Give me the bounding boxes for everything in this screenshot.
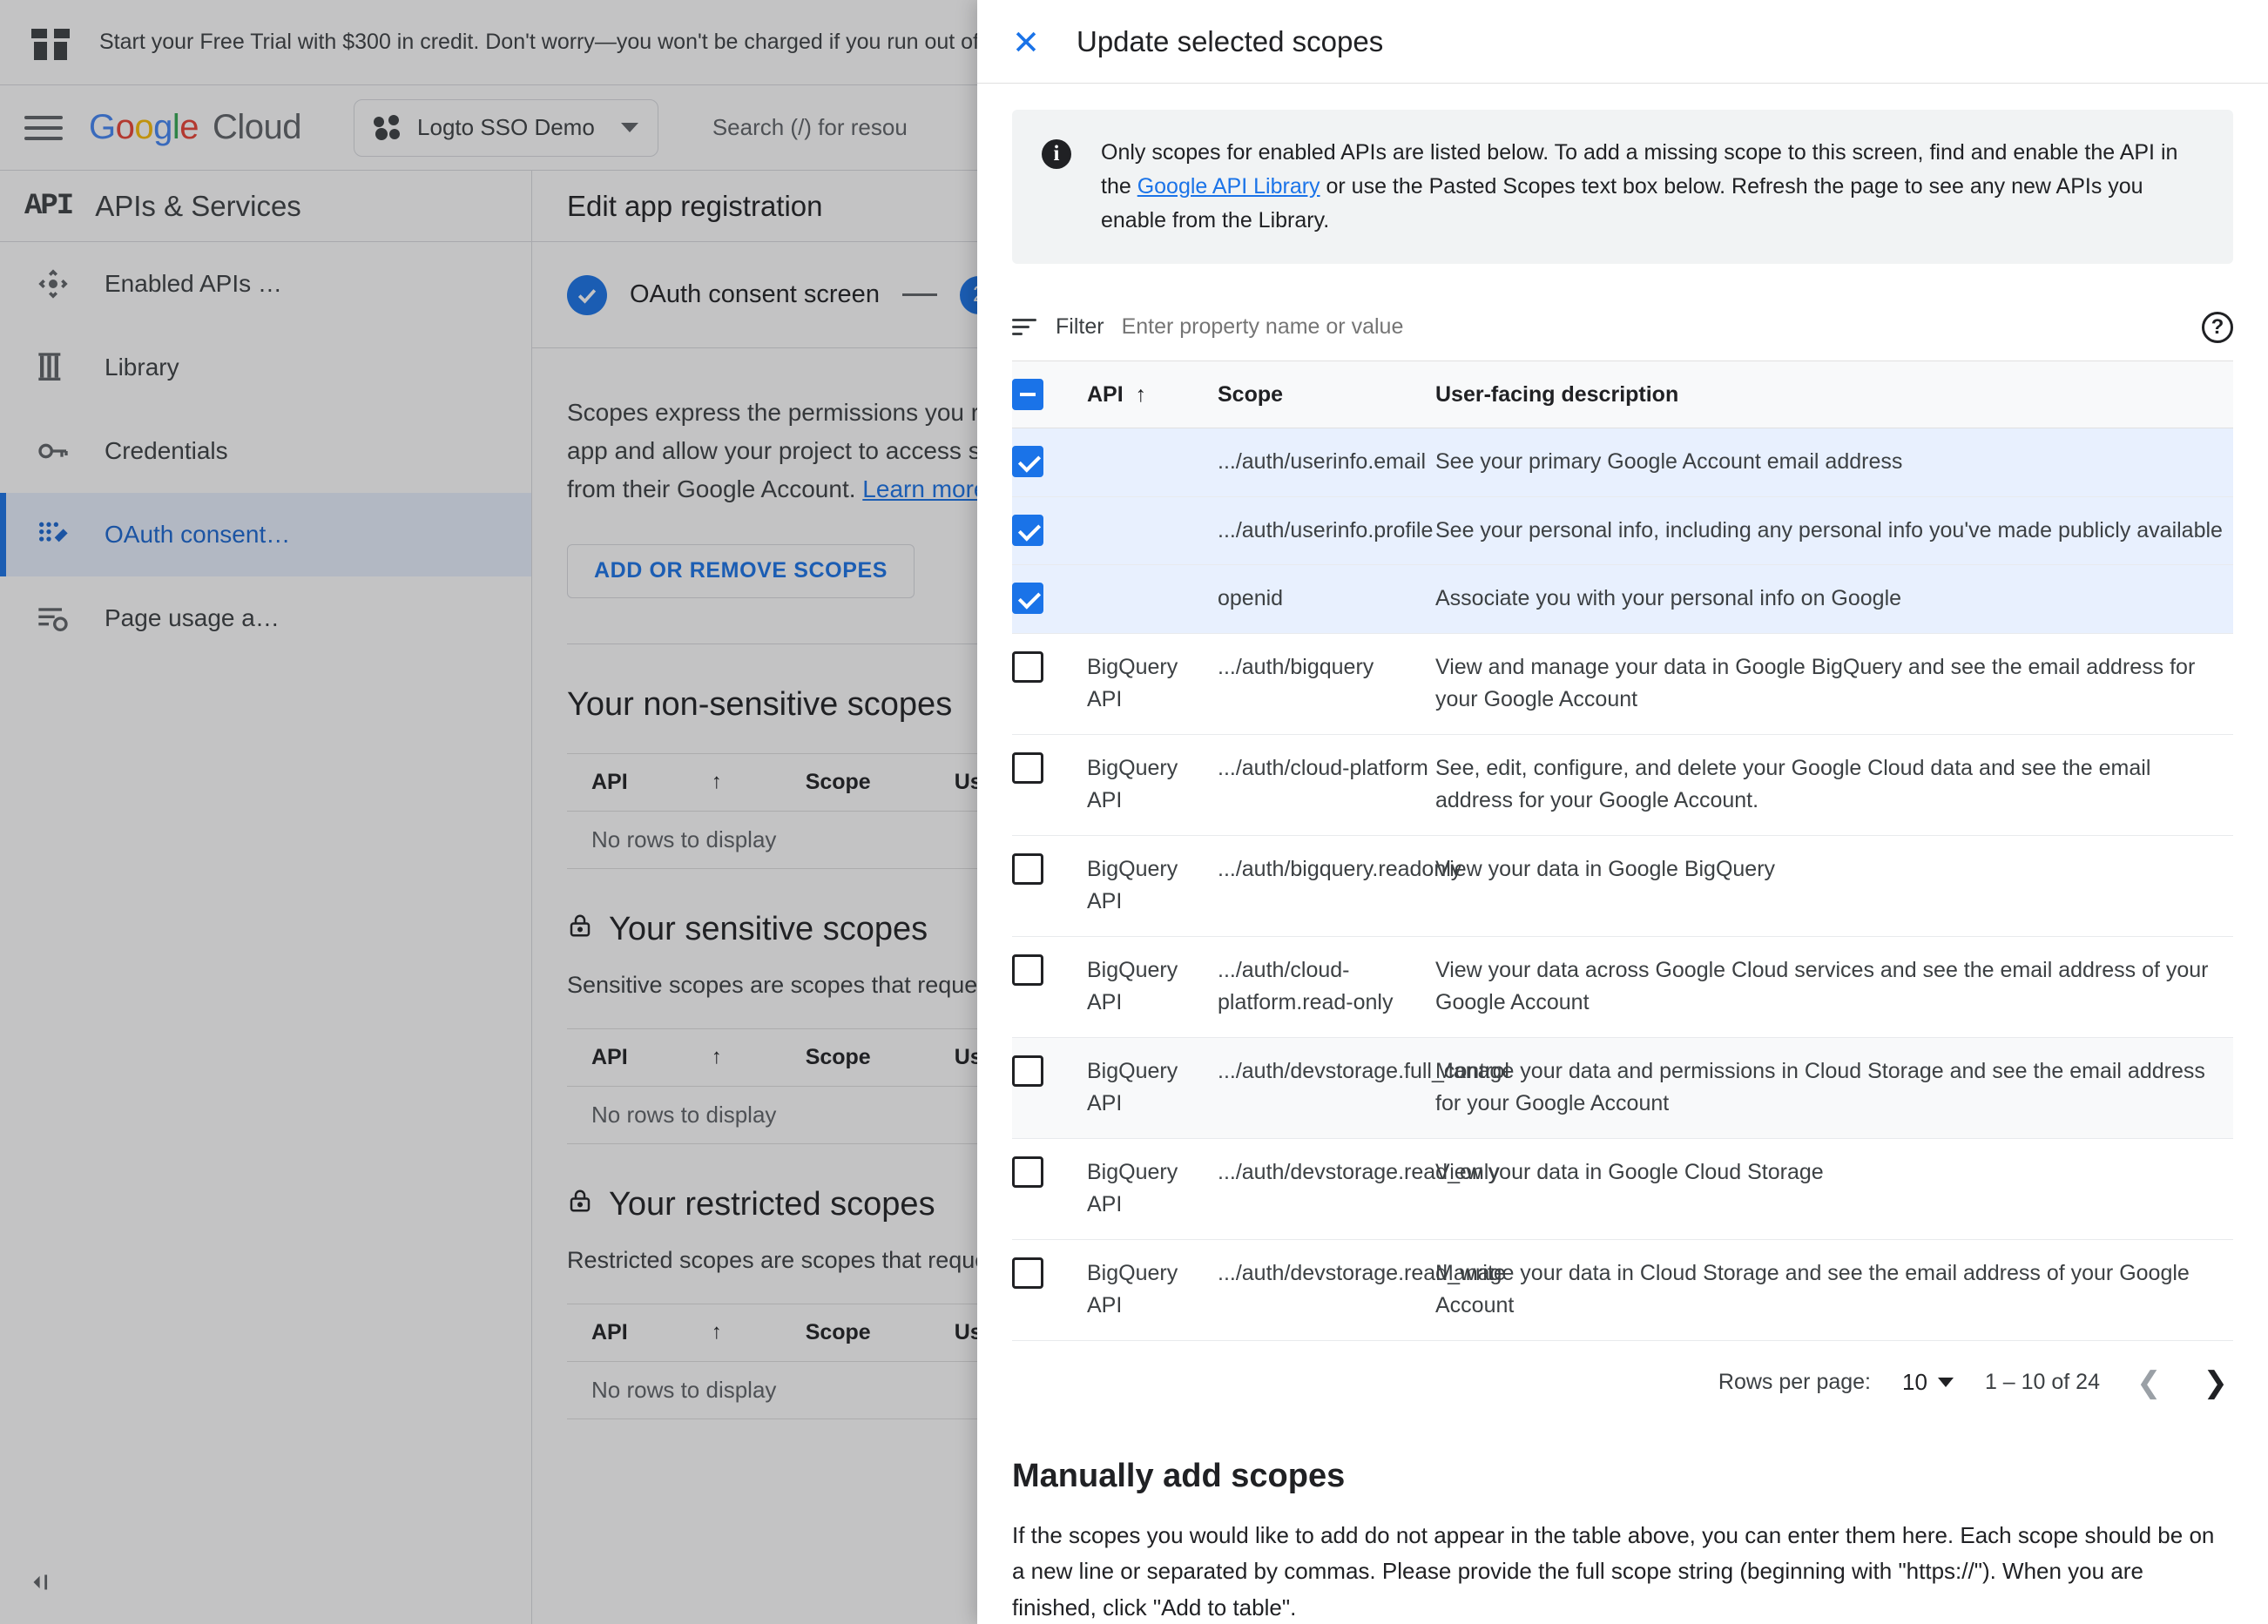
row-checkbox[interactable] [1012,852,1043,885]
screen: Start your Free Trial with $300 in credi… [0,0,2268,1624]
row-description: View and manage your data in Google BigQ… [1435,633,2233,735]
row-description: Manage your data in Cloud Storage and se… [1435,1239,2233,1341]
table-row[interactable]: openid Associate you with your personal … [1012,564,2233,634]
info-icon: i [1042,139,1071,169]
row-api: BigQuery API [1087,1037,1218,1139]
row-scope: openid [1218,564,1435,634]
table-row[interactable]: BigQuery API .../auth/bigquery View and … [1012,633,2233,735]
help-icon[interactable]: ? [2202,311,2233,343]
table-row[interactable]: BigQuery API .../auth/bigquery.readonly … [1012,835,2233,937]
chevron-down-icon [1937,1378,1954,1387]
row-checkbox-cell [1012,936,1087,1038]
row-checkbox-cell [1012,428,1087,497]
row-checkbox[interactable] [1012,514,1043,546]
row-checkbox[interactable] [1012,1055,1043,1087]
row-checkbox-cell [1012,1138,1087,1240]
row-api [1087,428,1218,497]
row-api: BigQuery API [1087,734,1218,836]
row-description: Manage your data and permissions in Clou… [1435,1037,2233,1139]
close-icon[interactable] [1007,23,1045,61]
table-row[interactable]: BigQuery API .../auth/devstorage.read_on… [1012,1138,2233,1240]
row-description: View your data across Google Cloud servi… [1435,936,2233,1038]
row-scope: .../auth/devstorage.full_control [1218,1037,1509,1139]
column-header-description[interactable]: User-facing description [1435,361,2233,428]
row-checkbox[interactable] [1012,954,1043,986]
row-description: See your personal info, including any pe… [1435,496,2233,565]
row-checkbox[interactable] [1012,751,1043,784]
dialog-header: Update selected scopes [977,0,2268,84]
row-description: View your data in Google BigQuery [1435,835,2233,937]
row-scope: .../auth/userinfo.profile [1218,496,1435,565]
row-checkbox-cell [1012,1239,1087,1341]
column-header-api-label: API [1087,381,1124,407]
table-row[interactable]: BigQuery API .../auth/devstorage.read_wr… [1012,1239,2233,1341]
sort-ascending-arrow-icon: ↑ [1129,381,1147,407]
filter-label: Filter [1056,314,1104,339]
row-scope: .../auth/cloud-platform [1218,734,1435,836]
rows-per-page-select[interactable]: 10 [1902,1369,1954,1396]
table-row[interactable]: BigQuery API .../auth/devstorage.full_co… [1012,1037,2233,1139]
manually-add-scopes-description: If the scopes you would like to add do n… [1012,1521,2215,1621]
update-selected-scopes-dialog: Update selected scopes i Only scopes for… [977,0,2268,1624]
row-description: Associate you with your personal info on… [1435,564,2233,634]
column-header-scope[interactable]: Scope [1218,361,1435,428]
select-all-cell [1012,361,1087,428]
row-api [1087,564,1218,634]
row-checkbox-cell [1012,835,1087,937]
dialog-title: Update selected scopes [1077,24,1384,57]
row-description: See, edit, configure, and delete your Go… [1435,734,2233,836]
dialog-body: i Only scopes for enabled APIs are liste… [977,84,2268,1624]
table-row[interactable]: BigQuery API .../auth/cloud-platform.rea… [1012,936,2233,1038]
table-row[interactable]: BigQuery API .../auth/cloud-platform See… [1012,734,2233,836]
filter-icon[interactable] [1012,314,1038,340]
info-banner-text: Only scopes for enabled APIs are listed … [1101,136,2204,238]
row-checkbox-cell [1012,734,1087,836]
row-api: BigQuery API [1087,936,1218,1038]
row-description: View your data in Google Cloud Storage [1435,1138,2233,1240]
pagination-range: 1 – 10 of 24 [1984,1370,2100,1394]
chevron-right-icon[interactable]: ❯ [2198,1365,2234,1400]
row-scope: .../auth/cloud-platform.read-only [1218,936,1435,1038]
row-api: BigQuery API [1087,1239,1218,1341]
scopes-table-body: .../auth/userinfo.email See your primary… [1012,428,2233,1341]
manually-add-scopes-heading: Manually add scopes [1012,1457,1346,1494]
scopes-table: API ↑ Scope User-facing description .../… [1012,361,2233,1341]
row-checkbox[interactable] [1012,583,1043,614]
row-api [1087,496,1218,565]
row-scope: .../auth/userinfo.email [1218,428,1435,497]
row-scope: .../auth/bigquery.readonly [1218,835,1461,937]
table-row[interactable]: .../auth/userinfo.email See your primary… [1012,428,2233,497]
row-checkbox[interactable] [1012,1156,1043,1188]
table-pagination: Rows per page: 10 1 – 10 of 24 ❮ ❯ [1012,1341,2233,1419]
row-checkbox-cell [1012,564,1087,634]
filter-bar: Filter ? [1012,293,2233,361]
row-description: See your primary Google Account email ad… [1435,428,2233,497]
google-api-library-link[interactable]: Google API Library [1137,174,1320,199]
row-checkbox[interactable] [1012,1257,1043,1289]
chevron-left-icon[interactable]: ❮ [2131,1365,2167,1400]
filter-input[interactable] [1121,314,2184,340]
row-scope: .../auth/devstorage.read_write [1218,1239,1506,1341]
row-scope: .../auth/bigquery [1218,633,1435,735]
info-banner: i Only scopes for enabled APIs are liste… [1012,110,2233,264]
column-header-api[interactable]: API ↑ [1087,361,1218,428]
table-row[interactable]: .../auth/userinfo.profile See your perso… [1012,496,2233,565]
row-checkbox[interactable] [1012,446,1043,477]
row-checkbox[interactable] [1012,650,1043,683]
row-scope: .../auth/devstorage.read_only [1218,1138,1500,1240]
row-checkbox-cell [1012,633,1087,735]
row-api: BigQuery API [1087,633,1218,735]
row-checkbox-cell [1012,1037,1087,1139]
select-all-checkbox[interactable] [1012,379,1043,410]
table-header-row: API ↑ Scope User-facing description [1012,361,2233,428]
row-checkbox-cell [1012,496,1087,565]
rows-per-page-value: 10 [1902,1369,1927,1395]
row-api: BigQuery API [1087,1138,1218,1240]
rows-per-page-label: Rows per page: [1718,1370,1872,1394]
row-api: BigQuery API [1087,835,1218,937]
